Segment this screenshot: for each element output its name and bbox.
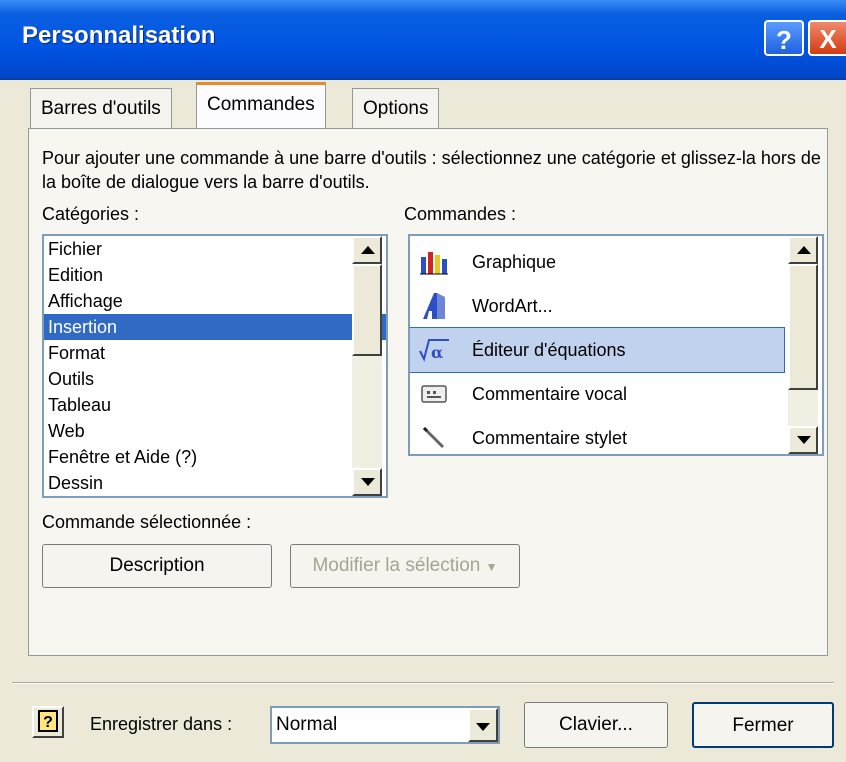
list-item[interactable]: Tableau (44, 392, 386, 418)
commands-listbox[interactable]: Graphique WordArt... α Éditeur d'équatio… (408, 234, 824, 456)
list-item[interactable]: Outils (44, 366, 386, 392)
close-title-button[interactable]: X (808, 20, 846, 56)
pen-comment-icon (412, 425, 456, 451)
arrow-up-icon (797, 246, 811, 254)
list-item[interactable]: Fichier (44, 236, 386, 262)
list-item[interactable]: Commentaire stylet (410, 416, 784, 454)
wordart-icon (412, 291, 456, 321)
scroll-thumb[interactable] (352, 264, 382, 356)
help-title-button[interactable]: ? (764, 20, 804, 56)
command-label: Graphique (472, 251, 557, 272)
list-item[interactable]: Format (44, 340, 386, 366)
save-in-value: Normal (276, 714, 338, 735)
title-bar: Personnalisation ? X (0, 0, 846, 80)
list-item[interactable]: Edition (44, 262, 386, 288)
command-label: WordArt... (472, 295, 553, 316)
command-label: Commentaire vocal (472, 383, 628, 404)
list-item[interactable]: Affichage (44, 288, 386, 314)
svg-text:α: α (431, 343, 443, 362)
tab-commands[interactable]: Commandes (196, 82, 326, 128)
categories-listbox[interactable]: Fichier Edition Affichage Insertion Form… (42, 234, 388, 498)
save-in-select[interactable]: Normal (270, 706, 500, 744)
list-item-selected[interactable]: Insertion (44, 314, 386, 340)
separator (12, 682, 834, 684)
selected-command-label: Commande sélectionnée : (42, 512, 252, 532)
scroll-down-button[interactable] (352, 468, 382, 496)
chevron-down-icon (476, 723, 490, 731)
keyboard-button[interactable]: Clavier... (524, 702, 668, 748)
list-item-selected[interactable]: α Éditeur d'équations (410, 327, 785, 373)
categories-label: Catégories : (42, 204, 140, 224)
scroll-up-button[interactable] (352, 236, 382, 264)
help-icon: ? (38, 710, 58, 732)
arrow-up-icon (361, 246, 375, 254)
scroll-down-button[interactable] (788, 426, 818, 454)
arrow-down-icon (797, 436, 811, 444)
voice-comment-icon (412, 383, 456, 405)
list-item[interactable]: Fenêtre et Aide (?) (44, 444, 386, 470)
dropdown-arrow-icon: ▼ (485, 560, 498, 574)
command-label: Commentaire stylet (472, 427, 628, 448)
list-item[interactable]: WordArt... (410, 284, 784, 328)
categories-scrollbar[interactable] (352, 236, 382, 496)
save-in-label: Enregistrer dans : (90, 714, 233, 734)
list-item[interactable]: Web (44, 418, 386, 444)
arrow-down-icon (361, 478, 375, 486)
list-item[interactable]: Dessin (44, 470, 386, 496)
list-item[interactable]: Graphique (410, 240, 784, 284)
equation-icon: α (412, 337, 456, 363)
description-button[interactable]: Description (42, 544, 272, 588)
dropdown-button[interactable] (468, 708, 498, 742)
commands-label: Commandes : (404, 204, 517, 224)
scroll-up-button[interactable] (788, 236, 818, 264)
tab-options[interactable]: Options (352, 88, 440, 128)
close-button[interactable]: Fermer (692, 702, 834, 748)
tab-toolbars[interactable]: Barres d'outils (30, 88, 172, 128)
instruction-text: Pour ajouter une commande à une barre d'… (42, 148, 821, 192)
chart-icon (412, 249, 456, 275)
modify-selection-button[interactable]: Modifier la sélection ▼ (290, 544, 520, 588)
command-label: Éditeur d'équations (472, 339, 626, 360)
help-button[interactable]: ? (32, 706, 64, 738)
modify-selection-label: Modifier la sélection (312, 555, 481, 576)
scroll-thumb[interactable] (788, 264, 818, 390)
list-item[interactable]: Commentaire vocal (410, 372, 784, 416)
commands-scrollbar[interactable] (788, 236, 818, 454)
window-title: Personnalisation (22, 22, 216, 49)
